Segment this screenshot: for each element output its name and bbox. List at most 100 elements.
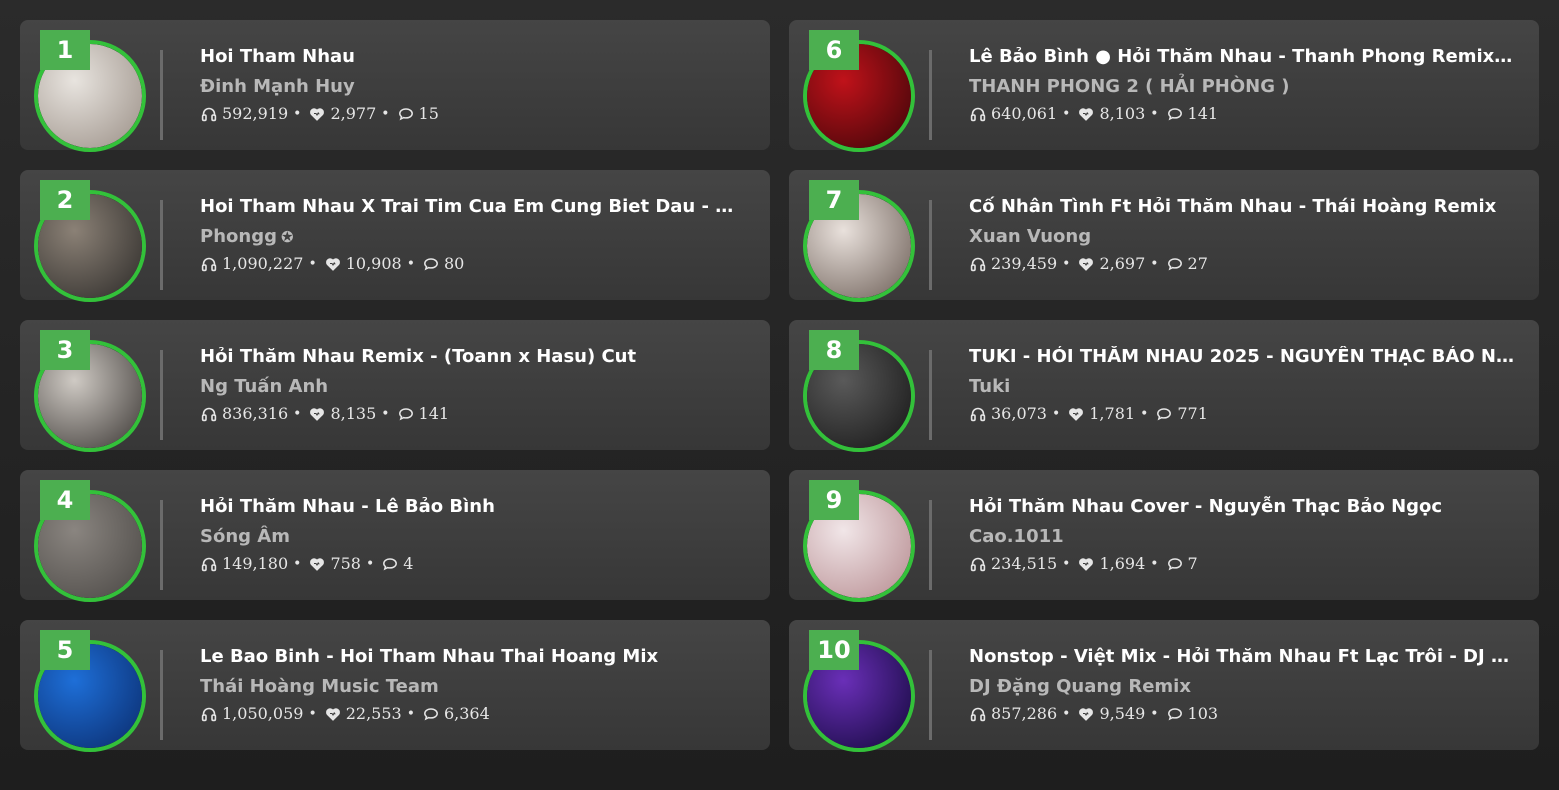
comment-icon[interactable]: [1166, 105, 1184, 123]
artist-name-row: Phongg ✪: [200, 226, 745, 248]
track-title[interactable]: Lê Bảo Bình ● Hỏi Thăm Nhau - Thanh Phon…: [969, 46, 1514, 68]
heart-icon[interactable]: [324, 705, 342, 723]
artist-name[interactable]: Xuan Vuong: [969, 226, 1091, 247]
artist-name-row: Thái Hoàng Music Team: [200, 676, 745, 698]
track-card[interactable]: 3 Hỏi Thăm Nhau Remix - (Toann x Hasu) C…: [20, 320, 770, 452]
artist-name[interactable]: DJ Đặng Quang Remix: [969, 676, 1191, 697]
rank-badge: 10: [809, 630, 859, 670]
track-stats: 1,090,227 • 10,908 • 80: [200, 254, 745, 274]
artist-name[interactable]: Đinh Mạnh Huy: [200, 76, 355, 97]
heart-icon[interactable]: [1077, 705, 1095, 723]
separator: •: [1062, 256, 1071, 272]
track-title[interactable]: Hỏi Thăm Nhau - Lê Bảo Bình: [200, 496, 745, 518]
headphones-icon: [969, 405, 987, 423]
track-info: Nonstop - Việt Mix - Hỏi Thăm Nhau Ft Lạ…: [969, 646, 1514, 724]
listen-count: 234,515: [991, 554, 1058, 573]
track-card[interactable]: 10 Nonstop - Việt Mix - Hỏi Thăm Nhau Ft…: [789, 620, 1539, 752]
track-info: Lê Bảo Bình ● Hỏi Thăm Nhau - Thanh Phon…: [969, 46, 1514, 124]
track-title[interactable]: Hoi Tham Nhau X Trai Tim Cua Em Cung Bie…: [200, 196, 745, 218]
track-stats: 857,286 • 9,549 • 103: [969, 704, 1514, 724]
headphones-icon: [200, 405, 218, 423]
artist-name[interactable]: Tuki: [969, 376, 1010, 397]
separator: •: [1062, 106, 1071, 122]
listen-count: 640,061: [991, 104, 1058, 123]
comment-count: 80: [443, 254, 465, 273]
rank-badge: 8: [809, 330, 859, 370]
artist-name[interactable]: Ng Tuấn Anh: [200, 376, 328, 397]
heart-icon[interactable]: [308, 405, 326, 423]
like-count: 1,694: [1099, 554, 1146, 573]
heart-icon[interactable]: [1067, 405, 1085, 423]
rank-badge: 4: [40, 480, 90, 520]
comment-icon[interactable]: [422, 255, 440, 273]
comment-icon[interactable]: [397, 405, 415, 423]
artist-name[interactable]: Cao.1011: [969, 526, 1064, 547]
separator: •: [293, 556, 302, 572]
comment-icon[interactable]: [1166, 705, 1184, 723]
separator: •: [293, 106, 302, 122]
comment-count: 141: [418, 404, 450, 423]
heart-icon[interactable]: [1077, 255, 1095, 273]
comment-icon[interactable]: [1166, 555, 1184, 573]
heart-icon[interactable]: [308, 555, 326, 573]
track-title[interactable]: TUKI - HỎI THĂM NHAU 2025 - NGUYỄN THẠC …: [969, 346, 1514, 368]
track-title[interactable]: Hỏi Thăm Nhau Cover - Nguyễn Thạc Bảo Ng…: [969, 496, 1514, 518]
comment-count: 141: [1187, 104, 1219, 123]
artist-name-row: Đinh Mạnh Huy: [200, 76, 745, 98]
track-card[interactable]: 4 Hỏi Thăm Nhau - Lê Bảo Bình Sóng Âm 14…: [20, 470, 770, 602]
divider: [929, 50, 932, 140]
heart-icon[interactable]: [324, 255, 342, 273]
separator: •: [1150, 706, 1159, 722]
track-card[interactable]: 2 Hoi Tham Nhau X Trai Tim Cua Em Cung B…: [20, 170, 770, 302]
track-info: Hỏi Thăm Nhau - Lê Bảo Bình Sóng Âm 149,…: [200, 496, 745, 574]
track-card[interactable]: 8 TUKI - HỎI THĂM NHAU 2025 - NGUYỄN THẠ…: [789, 320, 1539, 452]
like-count: 8,135: [330, 404, 377, 423]
track-stats: 36,073 • 1,781 • 771: [969, 404, 1514, 424]
track-title[interactable]: Nonstop - Việt Mix - Hỏi Thăm Nhau Ft Lạ…: [969, 646, 1514, 668]
track-card[interactable]: 9 Hỏi Thăm Nhau Cover - Nguyễn Thạc Bảo …: [789, 470, 1539, 602]
comment-count: 103: [1187, 704, 1219, 723]
artist-name[interactable]: Thái Hoàng Music Team: [200, 676, 439, 697]
comment-icon[interactable]: [1166, 255, 1184, 273]
artist-name[interactable]: Sóng Âm: [200, 526, 290, 547]
track-title[interactable]: Le Bao Binh - Hoi Tham Nhau Thai Hoang M…: [200, 646, 745, 668]
comment-icon[interactable]: [1155, 405, 1173, 423]
listen-count: 36,073: [991, 404, 1047, 423]
listen-count: 1,090,227: [222, 254, 304, 273]
listen-count: 857,286: [991, 704, 1058, 723]
heart-icon[interactable]: [1077, 555, 1095, 573]
comment-icon[interactable]: [422, 705, 440, 723]
like-count: 1,781: [1089, 404, 1136, 423]
track-info: Hoi Tham Nhau Đinh Mạnh Huy 592,919 • 2,…: [200, 46, 745, 124]
separator: •: [1150, 556, 1159, 572]
heart-icon[interactable]: [308, 105, 326, 123]
like-count: 2,977: [330, 104, 377, 123]
headphones-icon: [200, 255, 218, 273]
track-card[interactable]: 7 Cố Nhân Tình Ft Hỏi Thăm Nhau - Thái H…: [789, 170, 1539, 302]
comment-icon[interactable]: [397, 105, 415, 123]
divider: [929, 500, 932, 590]
separator: •: [365, 556, 375, 572]
comment-icon[interactable]: [381, 555, 399, 573]
listen-count: 239,459: [991, 254, 1058, 273]
track-stats: 234,515 • 1,694 • 7: [969, 554, 1514, 574]
track-title[interactable]: Cố Nhân Tình Ft Hỏi Thăm Nhau - Thái Hoà…: [969, 196, 1514, 218]
track-card[interactable]: 5 Le Bao Binh - Hoi Tham Nhau Thai Hoang…: [20, 620, 770, 752]
artist-name[interactable]: THANH PHONG 2 ( HẢI PHÒNG ): [969, 76, 1289, 97]
track-title[interactable]: Hoi Tham Nhau: [200, 46, 745, 68]
headphones-icon: [969, 705, 987, 723]
divider: [160, 650, 163, 740]
track-card[interactable]: 6 Lê Bảo Bình ● Hỏi Thăm Nhau - Thanh Ph…: [789, 20, 1539, 152]
separator: •: [1062, 556, 1071, 572]
heart-icon[interactable]: [1077, 105, 1095, 123]
track-card[interactable]: 1 Hoi Tham Nhau Đinh Mạnh Huy 592,919 • …: [20, 20, 770, 152]
listen-count: 836,316: [222, 404, 289, 423]
artist-name[interactable]: Phongg: [200, 226, 277, 247]
track-info: Hỏi Thăm Nhau Cover - Nguyễn Thạc Bảo Ng…: [969, 496, 1514, 574]
comment-count: 27: [1187, 254, 1208, 273]
separator: •: [381, 106, 390, 122]
headphones-icon: [200, 105, 218, 123]
divider: [160, 500, 163, 590]
track-title[interactable]: Hỏi Thăm Nhau Remix - (Toann x Hasu) Cut: [200, 346, 745, 368]
rank-badge: 2: [40, 180, 90, 220]
